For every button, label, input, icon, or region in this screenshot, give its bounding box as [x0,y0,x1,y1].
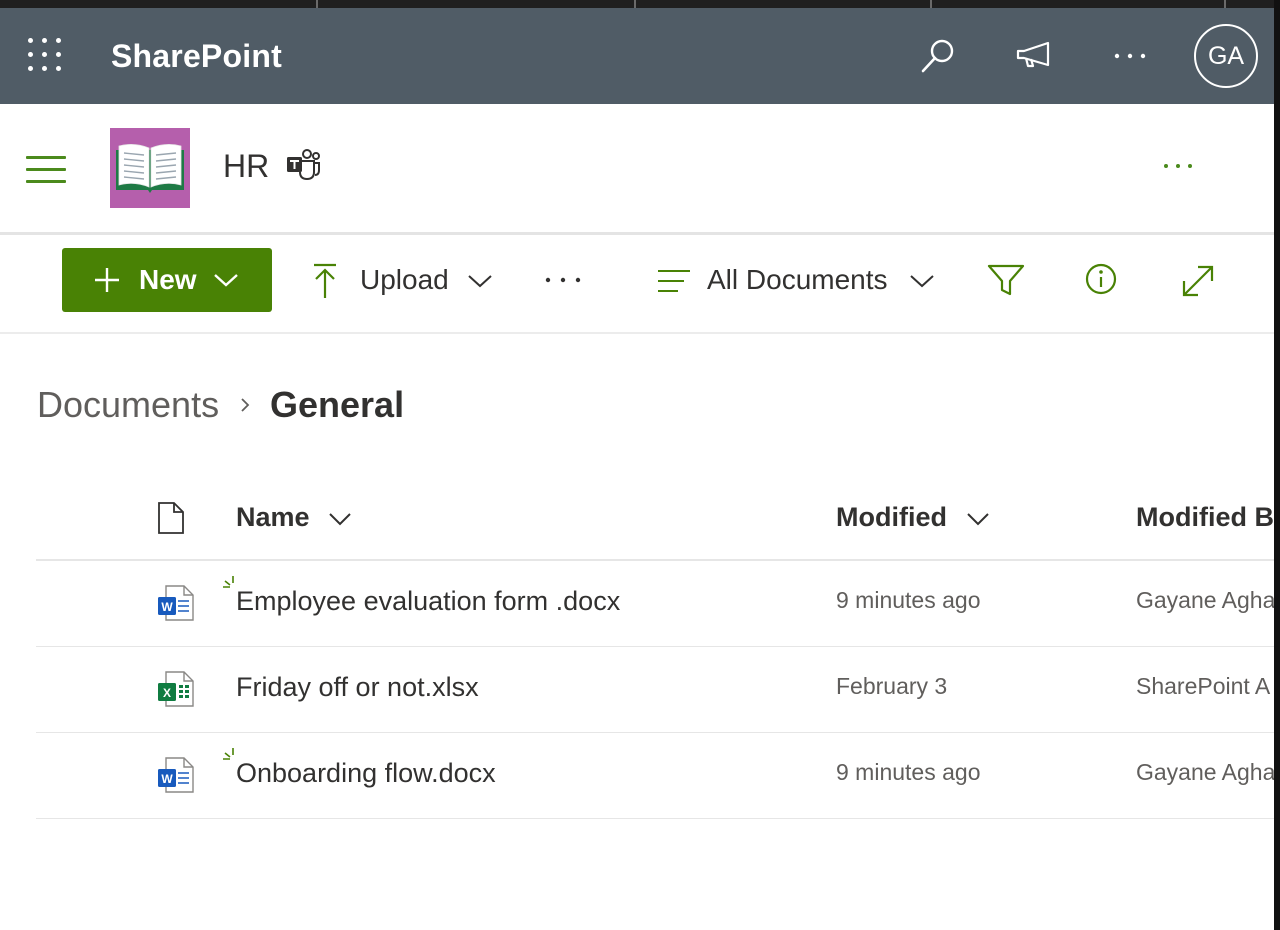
table-row[interactable]: W Onboarding flow.docx 9 minutes ago Gay… [36,733,1274,819]
plus-icon [95,268,119,292]
teams-icon[interactable] [285,148,321,182]
app-launcher-icon[interactable] [28,38,62,72]
chevron-down-icon [910,275,934,288]
more-commands-icon[interactable] [540,248,586,312]
list-header: Name Modified Modified B [36,470,1274,561]
file-name[interactable]: Friday off or not.xlsx [236,672,479,703]
info-icon[interactable] [1082,248,1122,312]
suite-bar: SharePoint GA [0,8,1274,104]
upload-button-label: Upload [360,264,449,295]
chevron-down-icon [966,513,989,526]
chevron-down-icon [468,275,492,288]
window-edge [1274,0,1280,930]
svg-text:X: X [163,686,171,700]
chevron-right-icon [241,398,250,412]
modified-by: Gayane Agha [1136,759,1274,785]
view-selector-label: All Documents [707,264,888,295]
new-button[interactable]: New [62,248,272,312]
modified-by: SharePoint A [1136,673,1271,699]
site-logo[interactable] [110,128,190,208]
browser-tab-strip [0,0,1280,8]
svg-text:W: W [161,772,173,786]
user-avatar[interactable]: GA [1194,24,1258,88]
svg-text:W: W [161,600,173,614]
table-row[interactable]: W Employee evaluation form .docx 9 minut… [36,561,1274,647]
table-row[interactable]: X Friday off or not.xlsx February 3 Shar… [36,647,1274,733]
command-bar: New Upload All Documents [0,235,1274,332]
expand-icon[interactable] [1178,248,1218,312]
upload-arrow-icon [314,263,336,298]
open-book-icon [116,144,184,193]
hamburger-menu-icon[interactable] [26,156,66,184]
more-options-icon[interactable] [1110,36,1150,76]
breadcrumb-current: General [270,384,405,425]
word-file-icon: W [158,585,194,621]
modified-by: Gayane Agha [1136,587,1274,613]
view-options-icon [658,270,690,292]
site-header: HR [0,104,1274,232]
chevron-down-icon [214,274,238,287]
site-title[interactable]: HR [223,148,269,185]
megaphone-icon[interactable] [1014,36,1054,76]
site-more-options-icon[interactable] [1160,154,1196,178]
app-name[interactable]: SharePoint [111,38,282,75]
breadcrumb-documents[interactable]: Documents [37,384,219,426]
chevron-down-icon [329,513,351,526]
excel-file-icon: X [158,671,194,707]
filter-icon[interactable] [986,248,1026,312]
file-name[interactable]: Employee evaluation form .docx [236,586,620,617]
modified-date: February 3 [836,673,948,699]
modified-date: 9 minutes ago [836,759,981,785]
word-file-icon: W [158,757,194,793]
column-header-name[interactable]: Name [236,502,353,533]
column-header-modified-by[interactable]: Modified B [1136,502,1274,533]
column-header-modified[interactable]: Modified [836,502,991,533]
modified-date: 9 minutes ago [836,587,981,613]
command-bar-divider [0,332,1274,334]
search-icon[interactable] [918,36,958,76]
new-button-label: New [139,264,197,295]
file-type-icon[interactable] [156,501,186,535]
upload-button[interactable]: Upload [300,248,500,312]
view-selector[interactable]: All Documents [650,248,940,312]
file-name[interactable]: Onboarding flow.docx [236,758,496,789]
